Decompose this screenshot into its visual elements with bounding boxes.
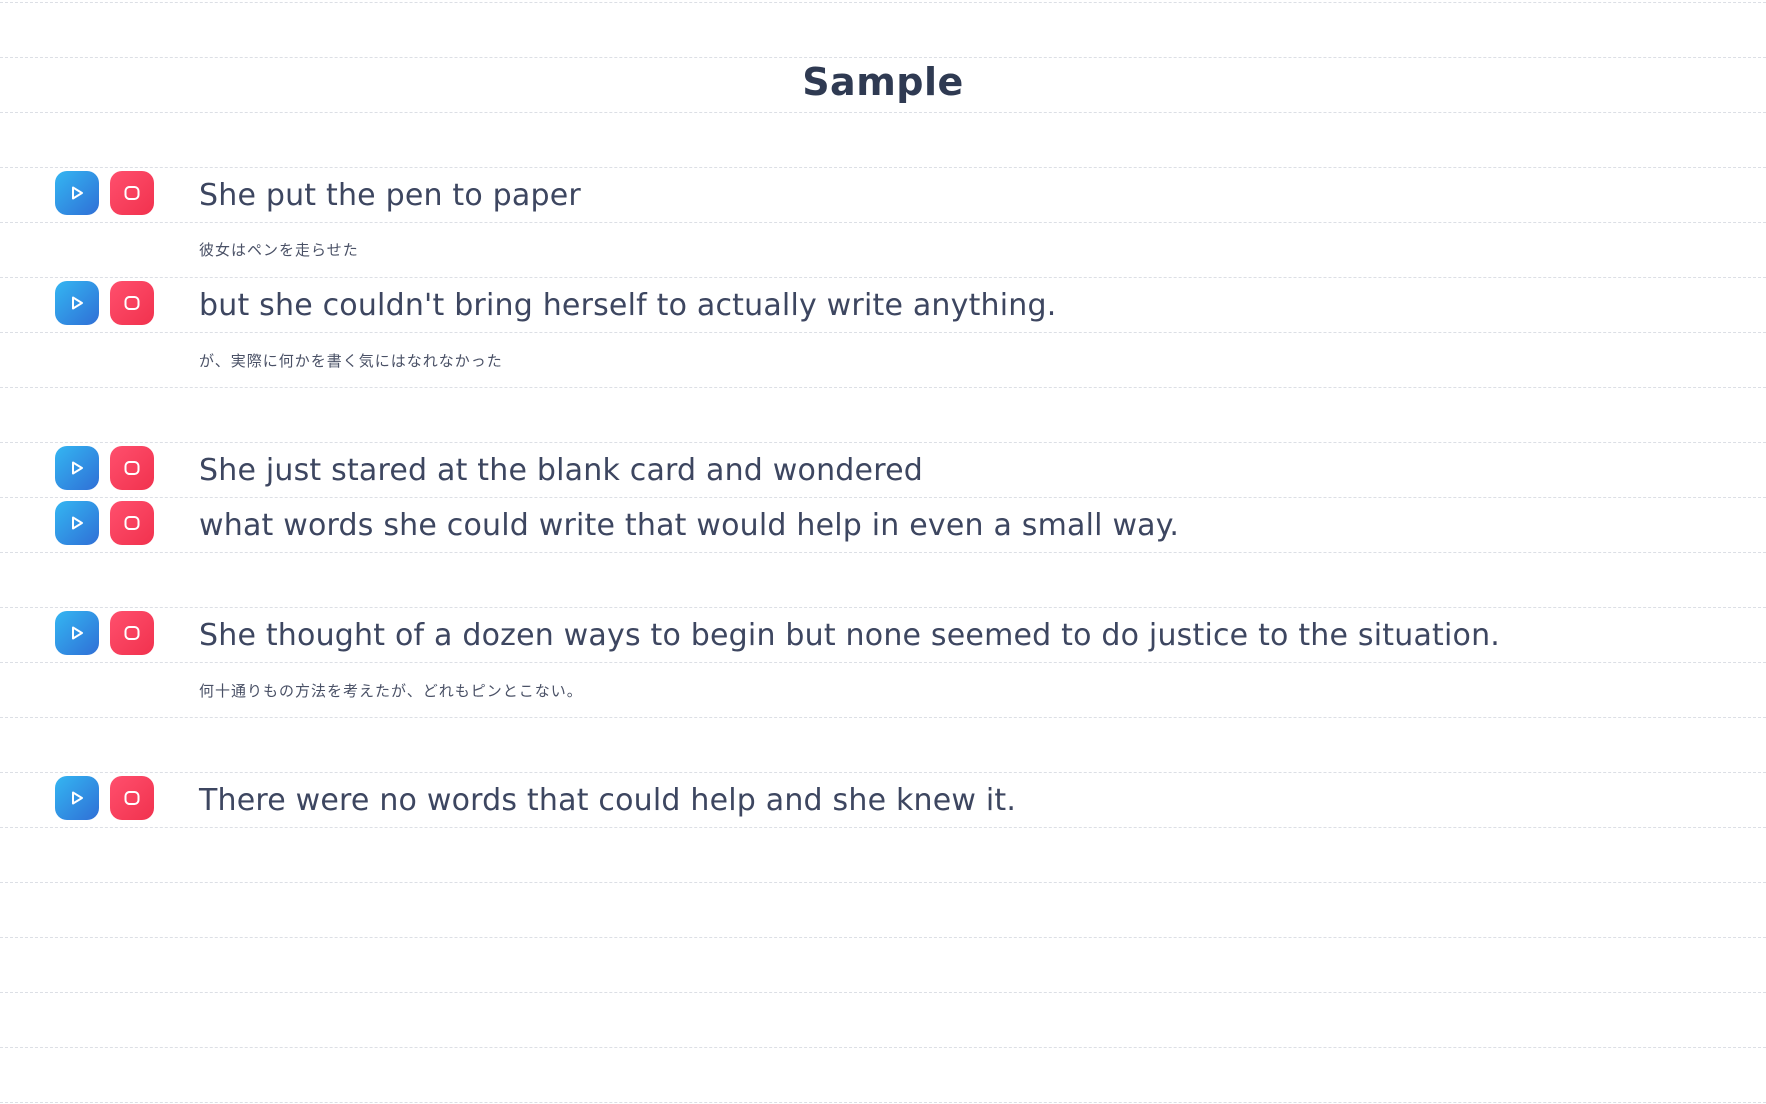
play-button[interactable]	[55, 171, 99, 215]
play-button[interactable]	[55, 446, 99, 490]
record-button[interactable]	[110, 171, 154, 215]
play-button[interactable]	[55, 281, 99, 325]
sentence-translation: 彼女はペンを走らせた	[199, 241, 359, 259]
play-icon	[72, 516, 83, 530]
sentence-text: There were no words that could help and …	[199, 783, 1017, 818]
record-button[interactable]	[110, 776, 154, 820]
sentence-text: what words she could write that would he…	[199, 508, 1180, 543]
record-icon	[124, 626, 140, 640]
sentence-text: She thought of a dozen ways to begin but…	[199, 618, 1501, 653]
sentence-text: She put the pen to paper	[199, 178, 581, 213]
play-icon	[72, 296, 83, 310]
record-button[interactable]	[110, 281, 154, 325]
play-icon	[72, 626, 83, 640]
record-icon	[124, 461, 140, 475]
ruled-lines	[0, 0, 1766, 1104]
record-button[interactable]	[110, 501, 154, 545]
play-button[interactable]	[55, 501, 99, 545]
sentence-text: but she couldn't bring herself to actual…	[199, 288, 1057, 323]
record-icon	[124, 186, 140, 200]
play-button[interactable]	[55, 776, 99, 820]
sentence-translation: が、実際に何かを書く気にはなれなかった	[199, 352, 503, 370]
sentence-text: She just stared at the blank card and wo…	[199, 453, 923, 488]
play-icon	[72, 186, 83, 200]
record-icon	[124, 791, 140, 805]
record-button[interactable]	[110, 611, 154, 655]
record-icon	[124, 516, 140, 530]
play-icon	[72, 461, 83, 475]
sentence-translation: 何十通りもの方法を考えたが、どれもピンとこない。	[199, 682, 583, 700]
record-icon	[124, 296, 140, 310]
play-icon	[72, 791, 83, 805]
play-button[interactable]	[55, 611, 99, 655]
page-title: Sample	[802, 60, 964, 104]
record-button[interactable]	[110, 446, 154, 490]
